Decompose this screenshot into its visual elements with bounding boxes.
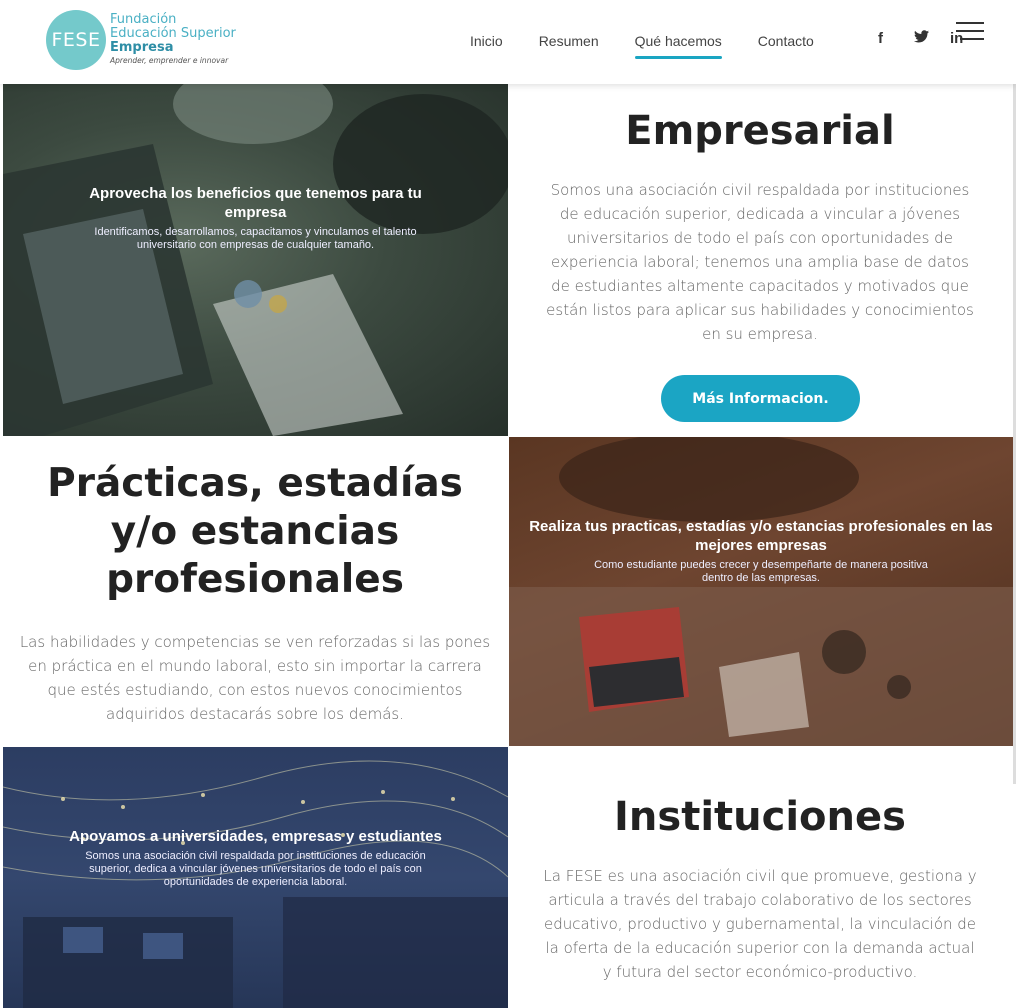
institutions-heading: Instituciones (614, 794, 906, 840)
logo-mark: FESE (46, 10, 106, 70)
practice-heading: Prácticas, estadías y/o estancias profes… (47, 461, 463, 602)
business-heading: Empresarial (625, 108, 895, 154)
institutions-image-title: Apoyamos a universidades, empresas y est… (69, 828, 442, 845)
nav-que-hacemos[interactable]: Qué hacemos (634, 33, 722, 59)
business-text-block: Empresarial Somos una asociación civil r… (520, 106, 1000, 346)
business-image-text: Identificamos, desarrollamos, capacitamo… (94, 226, 417, 251)
practice-body: Las habilidades y competencias se ven re… (19, 633, 491, 723)
practice-image-panel: Realiza tus practicas, estadías y/o esta… (509, 437, 1013, 746)
business-body: Somos una asociación civil respaldada po… (546, 181, 974, 343)
nav-resumen[interactable]: Resumen (539, 33, 599, 55)
institutions-image-text: Somos una asociación civil respaldada po… (85, 850, 426, 888)
twitter-icon[interactable] (914, 30, 950, 47)
site-header: FESE Fundación Educación Superior Empres… (0, 0, 1016, 84)
business-image-panel: Aprovecha los beneficios que tenemos par… (3, 84, 508, 436)
institutions-image-panel: Apoyamos a universidades, empresas y est… (3, 747, 508, 1008)
nav-contacto[interactable]: Contacto (758, 33, 814, 55)
practice-image-title: Realiza tus practicas, estadías y/o esta… (529, 518, 993, 554)
institutions-body: La FESE es una asociación civil que prom… (543, 867, 977, 981)
practice-image-text: Como estudiante puedes crecer y desempeñ… (594, 559, 928, 584)
business-image-caption: Aprovecha los beneficios que tenemos par… (3, 184, 508, 252)
business-photo-art (3, 84, 508, 436)
practice-image-caption: Realiza tus practicas, estadías y/o esta… (509, 517, 1013, 585)
logo-line-2: Educación Superior (110, 26, 236, 41)
nav-inicio[interactable]: Inicio (470, 33, 503, 55)
business-photo (3, 84, 508, 436)
institutions-text-block: Instituciones La FESE es una asociación … (520, 792, 1000, 984)
practice-photo (509, 437, 1013, 746)
practice-text-block: Prácticas, estadías y/o estancias profes… (12, 460, 498, 726)
fese-logo[interactable]: FESE Fundación Educación Superior Empres… (46, 10, 246, 72)
logo-tagline: Aprender, emprender e innovar (110, 56, 229, 65)
logo-wordmark: Fundación Educación Superior Empresa Apr… (110, 13, 236, 66)
facebook-icon[interactable]: f (878, 30, 914, 47)
logo-line-1: Fundación (110, 12, 177, 27)
hamburger-menu-icon[interactable] (956, 22, 984, 42)
business-image-title: Aprovecha los beneficios que tenemos par… (89, 185, 422, 221)
logo-line-3: Empresa (110, 40, 174, 55)
institutions-image-caption: Apoyamos a universidades, empresas y est… (3, 827, 508, 889)
main-nav: Inicio Resumen Qué hacemos Contacto (470, 33, 850, 59)
more-info-button[interactable]: Más Informacion. (661, 375, 860, 422)
practice-photo-art (509, 437, 1013, 746)
